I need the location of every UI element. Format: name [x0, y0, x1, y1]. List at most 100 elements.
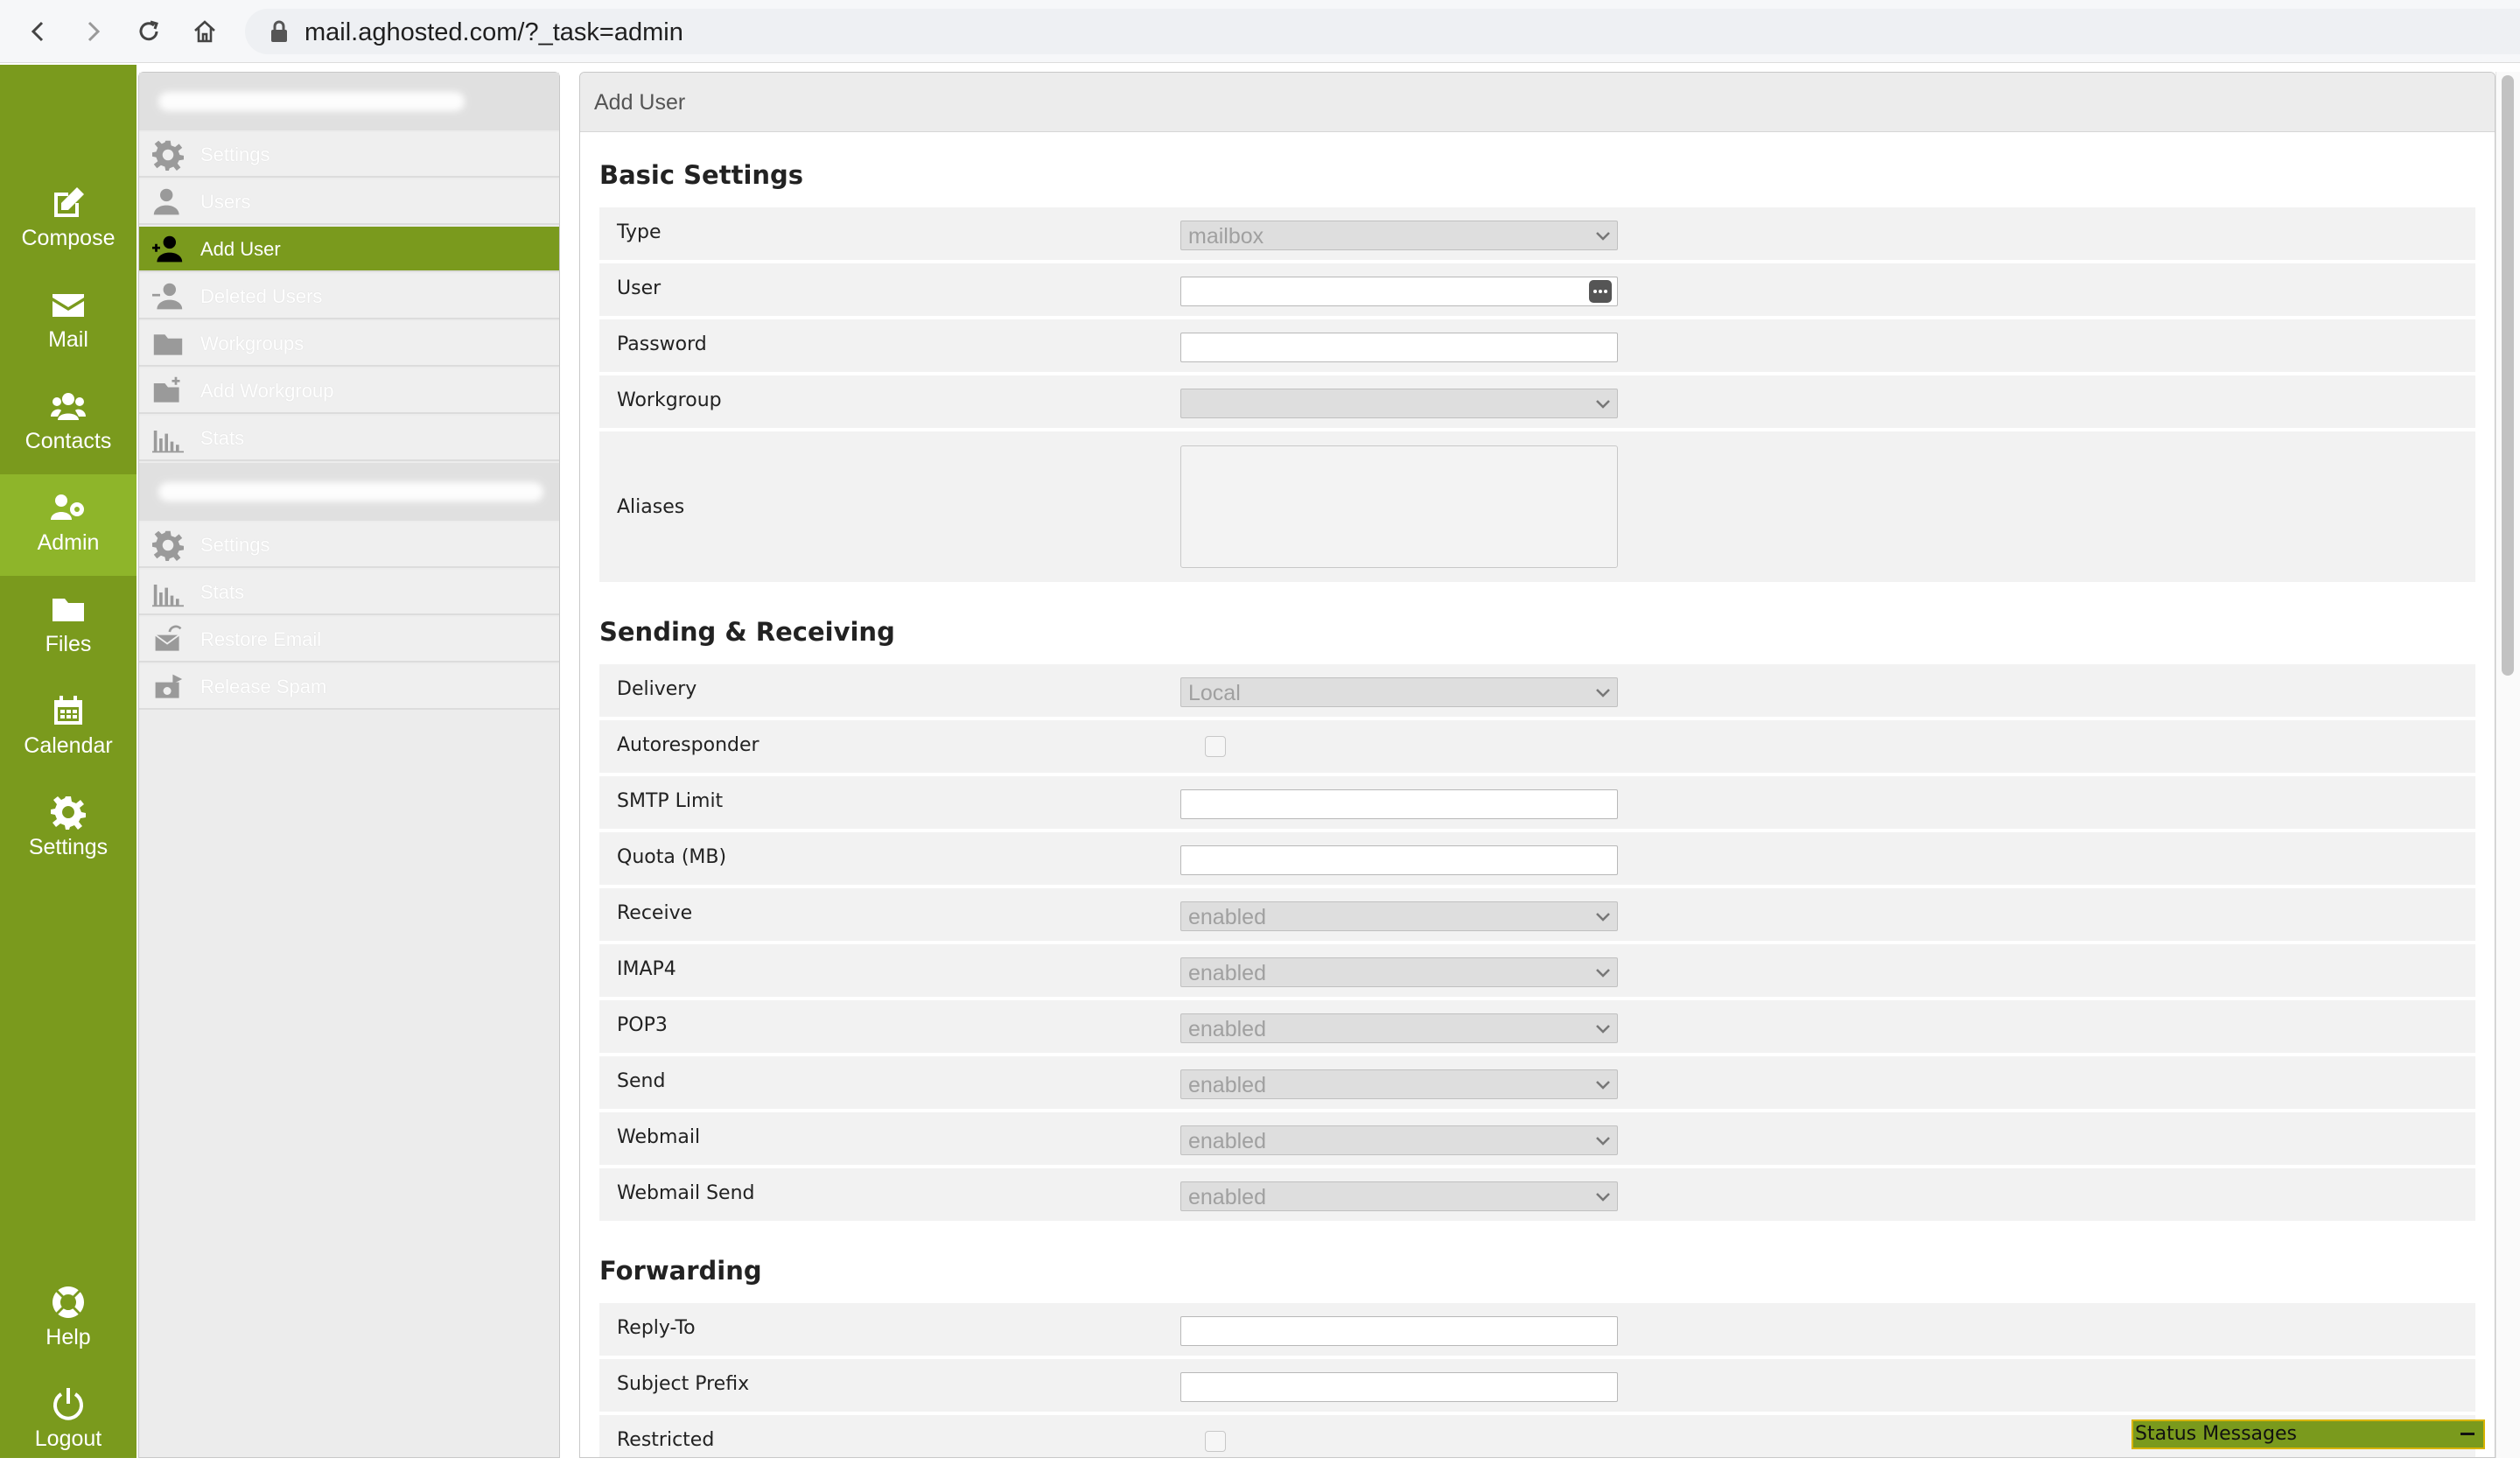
quota-input[interactable]: [1180, 845, 1618, 875]
aliases-textarea[interactable]: [1180, 445, 1618, 568]
chevron-down-icon: [1596, 1081, 1610, 1090]
field-row-quota: Quota (MB): [599, 832, 2475, 888]
chevron-down-icon: [1596, 1193, 1610, 1202]
taskbar-contacts[interactable]: Contacts: [0, 373, 136, 474]
sidebar-group-header-2: [139, 463, 559, 521]
section-basic-settings: Basic Settings: [599, 160, 804, 190]
reload-button[interactable]: [131, 14, 166, 49]
user-input[interactable]: [1180, 277, 1618, 306]
delivery-select[interactable]: Local: [1180, 677, 1618, 707]
reload-icon: [139, 20, 158, 41]
sidebar-item-users[interactable]: Users: [139, 179, 559, 225]
taskbar: Compose Mail Contacts Admin Files Calend…: [0, 65, 136, 1458]
envelope-icon: [52, 294, 84, 317]
sidebar-item-label: Add Workgroup: [200, 380, 334, 402]
field-row-webmail-send: Webmail Send enabled: [599, 1168, 2475, 1224]
main-scrollbar[interactable]: [2496, 72, 2520, 1458]
admin-icon: [51, 494, 84, 520]
sidebar-item-stats-2[interactable]: Stats: [139, 570, 559, 615]
taskbar-compose-label: Compose: [21, 226, 116, 250]
back-button[interactable]: [21, 14, 56, 49]
receive-select[interactable]: enabled: [1180, 901, 1618, 931]
field-label: User: [617, 277, 662, 299]
restore-email-icon: [155, 625, 182, 651]
sidebar-item-stats[interactable]: Stats: [139, 416, 559, 461]
field-label: Reply-To: [617, 1317, 696, 1339]
sidebar-item-label: Workgroups: [200, 333, 304, 354]
smtp-limit-input[interactable]: [1180, 789, 1618, 819]
taskbar-logout[interactable]: Logout: [0, 1370, 136, 1472]
restricted-checkbox[interactable]: [1205, 1431, 1226, 1452]
sidebar-item-settings-2[interactable]: Settings: [139, 522, 559, 568]
taskbar-help-label: Help: [46, 1325, 91, 1349]
stats-icon: [152, 585, 184, 607]
webmail-select[interactable]: enabled: [1180, 1125, 1618, 1155]
sidebar-item-deleted-users[interactable]: Deleted Users: [139, 274, 559, 319]
sidebar-item-label: Stats: [200, 427, 245, 449]
sidebar-item-restore-email[interactable]: Restore Email: [139, 617, 559, 662]
field-label: Delivery: [617, 678, 697, 700]
field-row-pop3: POP3 enabled: [599, 1000, 2475, 1056]
sidebar-item-workgroups[interactable]: Workgroups: [139, 321, 559, 367]
status-messages-bar[interactable]: Status Messages: [2132, 1419, 2485, 1449]
sidebar-item-settings[interactable]: Settings: [139, 132, 559, 178]
chevron-down-icon: [1596, 1137, 1610, 1146]
webmail-send-value: enabled: [1188, 1185, 1266, 1209]
chevron-down-icon: [1596, 913, 1610, 922]
taskbar-calendar-label: Calendar: [24, 733, 113, 758]
sidebar-item-add-user[interactable]: Add User: [139, 227, 559, 272]
chevron-down-icon: [1596, 1025, 1610, 1034]
sidebar-item-label: Settings: [200, 534, 270, 556]
field-label: Type: [617, 221, 662, 243]
field-row-aliases: Aliases: [599, 431, 2475, 585]
autofill-key-icon[interactable]: [1589, 280, 1612, 303]
contacts-icon: [51, 393, 86, 420]
type-select[interactable]: mailbox: [1180, 221, 1618, 250]
home-button[interactable]: [187, 14, 222, 49]
pop3-select[interactable]: enabled: [1180, 1013, 1618, 1043]
page-title: Add User: [594, 90, 686, 115]
forward-button[interactable]: [75, 14, 110, 49]
taskbar-help[interactable]: Help: [0, 1269, 136, 1370]
address-bar[interactable]: mail.aghosted.com/?_task=admin: [245, 9, 2520, 54]
pop3-value: enabled: [1188, 1017, 1266, 1041]
sidebar-item-label: Release Spam: [200, 676, 327, 697]
sidebar-item-release-spam[interactable]: Release Spam: [139, 664, 559, 710]
field-label: Webmail Send: [617, 1182, 755, 1204]
imap4-select[interactable]: enabled: [1180, 957, 1618, 987]
field-row-workgroup: Workgroup: [599, 375, 2475, 431]
receive-value: enabled: [1188, 905, 1266, 929]
lifebuoy-icon: [52, 1286, 85, 1318]
password-input[interactable]: [1180, 333, 1618, 362]
send-select[interactable]: enabled: [1180, 1069, 1618, 1099]
redacted-domain: [158, 92, 465, 111]
webmail-send-select[interactable]: enabled: [1180, 1181, 1618, 1211]
add-folder-icon: [153, 376, 180, 403]
taskbar-compose[interactable]: Compose: [0, 170, 136, 271]
subject-prefix-input[interactable]: [1180, 1372, 1618, 1402]
taskbar-mail[interactable]: Mail: [0, 271, 136, 373]
taskbar-calendar[interactable]: Calendar: [0, 677, 136, 779]
type-value: mailbox: [1188, 224, 1264, 249]
scrollbar-thumb[interactable]: [2502, 75, 2514, 676]
release-spam-icon: [155, 674, 183, 698]
taskbar-admin[interactable]: Admin: [0, 474, 136, 576]
admin-sidebar: Settings Users Add User Deleted Users Wo…: [138, 72, 560, 1458]
folder-icon: [52, 599, 84, 621]
back-arrow-icon: [31, 21, 44, 42]
stats-icon: [152, 431, 184, 453]
field-row-send: Send enabled: [599, 1056, 2475, 1112]
taskbar-settings[interactable]: Settings: [0, 779, 136, 880]
taskbar-mail-label: Mail: [48, 327, 88, 352]
sidebar-item-add-workgroup[interactable]: Add Workgroup: [139, 368, 559, 414]
workgroup-select[interactable]: [1180, 389, 1618, 418]
field-row-receive: Receive enabled: [599, 888, 2475, 944]
minimize-icon[interactable]: [2460, 1433, 2474, 1435]
reply-to-input[interactable]: [1180, 1316, 1618, 1346]
sidebar-item-label: Add User: [200, 238, 281, 260]
sidebar-item-label: Deleted Users: [200, 285, 323, 307]
taskbar-files[interactable]: Files: [0, 576, 136, 677]
field-label: Aliases: [617, 496, 685, 518]
field-row-type: Type mailbox: [599, 207, 2475, 263]
autoresponder-checkbox[interactable]: [1205, 736, 1226, 757]
